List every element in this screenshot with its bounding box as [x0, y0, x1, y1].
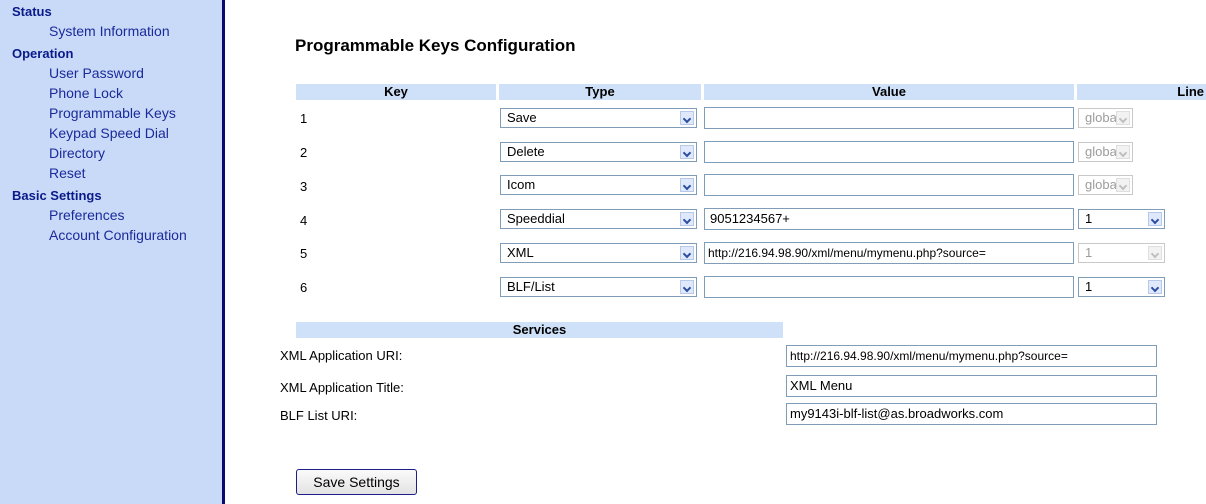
line-select: global: [1078, 142, 1133, 162]
chevron-down-icon: [1148, 246, 1162, 260]
chevron-down-icon[interactable]: [680, 246, 694, 260]
line-select: 1: [1078, 243, 1165, 263]
line-select-value: global: [1085, 177, 1120, 192]
nav-item-phone-lock[interactable]: Phone Lock: [49, 85, 123, 101]
type-select-value: Delete: [507, 144, 545, 159]
nav-section-status[interactable]: Status: [12, 4, 52, 19]
line-select: global: [1078, 108, 1133, 128]
chevron-down-icon[interactable]: [680, 145, 694, 159]
nav-item-reset[interactable]: Reset: [49, 165, 86, 181]
value-input[interactable]: [704, 276, 1074, 298]
line-select-value: global: [1085, 110, 1120, 125]
nav-item-keypad-speed-dial[interactable]: Keypad Speed Dial: [49, 125, 169, 141]
nav-item-user-password[interactable]: User Password: [49, 65, 144, 81]
chevron-down-icon[interactable]: [680, 212, 694, 226]
column-header-line: Line: [1077, 84, 1206, 100]
value-input[interactable]: [704, 107, 1074, 129]
chevron-down-icon[interactable]: [680, 178, 694, 192]
nav-item-programmable-keys[interactable]: Programmable Keys: [49, 105, 176, 121]
type-select-value: BLF/List: [507, 279, 555, 294]
key-number: 2: [300, 145, 308, 160]
type-select[interactable]: Delete: [500, 142, 697, 162]
line-select-value: 1: [1085, 245, 1093, 260]
line-select-value: 1: [1085, 211, 1093, 226]
column-header-value: Value: [704, 84, 1074, 100]
type-select-value: Speeddial: [507, 211, 565, 226]
line-select[interactable]: 1: [1078, 209, 1165, 229]
nav-section-basic-settings[interactable]: Basic Settings: [12, 188, 102, 203]
type-select[interactable]: BLF/List: [500, 277, 697, 297]
type-select-value: XML: [507, 245, 534, 260]
nav-section-operation[interactable]: Operation: [12, 46, 73, 61]
blf-list-uri-label: BLF List URI:: [280, 408, 358, 423]
type-select[interactable]: Save: [500, 108, 697, 128]
xml-application-uri-label: XML Application URI:: [280, 348, 403, 363]
page-title: Programmable Keys Configuration: [295, 36, 576, 55]
chevron-down-icon: [1116, 111, 1130, 125]
chevron-down-icon[interactable]: [680, 280, 694, 294]
line-select-value: global: [1085, 144, 1120, 159]
key-number: 6: [300, 280, 308, 295]
type-select[interactable]: XML: [500, 243, 697, 263]
chevron-down-icon: [1116, 178, 1130, 192]
line-select[interactable]: 1: [1078, 277, 1165, 297]
nav-item-directory[interactable]: Directory: [49, 145, 105, 161]
type-select[interactable]: Speeddial: [500, 209, 697, 229]
line-select: global: [1078, 175, 1133, 195]
column-header-key: Key: [296, 84, 496, 100]
key-number: 3: [300, 179, 308, 194]
key-number: 5: [300, 246, 308, 261]
type-select[interactable]: Icom: [500, 175, 697, 195]
type-select-value: Save: [507, 110, 537, 125]
type-select-value: Icom: [507, 177, 536, 192]
xml-application-uri-input[interactable]: http://216.94.98.90/xml/menu/mymenu.php?…: [786, 345, 1157, 367]
key-number: 4: [300, 213, 308, 228]
value-input[interactable]: [704, 141, 1074, 163]
nav-item-system-information[interactable]: System Information: [49, 23, 170, 39]
chevron-down-icon: [1116, 145, 1130, 159]
value-input[interactable]: http://216.94.98.90/xml/menu/mymenu.php?…: [704, 242, 1074, 264]
value-input[interactable]: 9051234567+: [704, 208, 1074, 230]
chevron-down-icon[interactable]: [1148, 280, 1162, 294]
line-select-value: 1: [1085, 279, 1093, 294]
blf-list-uri-input[interactable]: my9143i-blf-list@as.broadworks.com: [786, 403, 1157, 425]
save-settings-button[interactable]: Save Settings: [296, 469, 417, 495]
value-input[interactable]: [704, 174, 1074, 196]
xml-application-title-label: XML Application Title:: [280, 380, 404, 395]
nav-item-account-configuration[interactable]: Account Configuration: [49, 227, 187, 243]
chevron-down-icon[interactable]: [1148, 212, 1162, 226]
key-number: 1: [300, 111, 308, 126]
sidebar: Status System Information Operation User…: [0, 0, 222, 504]
xml-application-title-input[interactable]: XML Menu: [786, 375, 1157, 397]
services-header: Services: [296, 322, 783, 338]
chevron-down-icon[interactable]: [680, 111, 694, 125]
sidebar-divider: [222, 0, 225, 504]
column-header-type: Type: [499, 84, 701, 100]
nav-item-preferences[interactable]: Preferences: [49, 207, 124, 223]
